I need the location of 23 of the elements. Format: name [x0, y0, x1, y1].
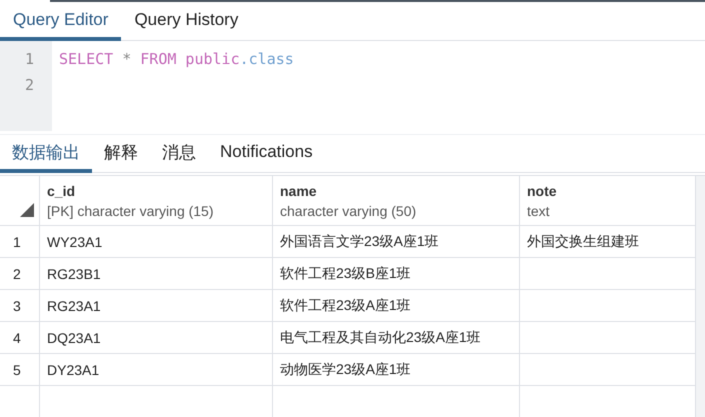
table-cell: RG23B1 — [40, 258, 273, 289]
column-name: note — [527, 182, 557, 198]
line-number: 1 — [24, 50, 35, 70]
column-type: [PK] character varying (15) — [47, 202, 214, 218]
table-cell: WY23A1 — [40, 226, 273, 257]
column-type: text — [527, 202, 550, 218]
tab[interactable]: 消息 — [150, 135, 208, 173]
table-cell: DQ23A1 — [40, 322, 273, 353]
table-cell: 电气工程及其自动化23级A座1班 — [273, 322, 520, 353]
code-line: SELECT * FROM public.class — [59, 50, 294, 70]
table-cell: RG23A1 — [40, 290, 273, 321]
tab[interactable]: 解释 — [92, 135, 150, 173]
table-cell: 软件工程23级B座1班 — [273, 258, 520, 289]
column-name: name — [280, 182, 317, 198]
line-number: 2 — [24, 76, 35, 96]
tab[interactable]: Query History — [121, 2, 252, 41]
column-name: c_id — [47, 182, 76, 198]
table-cell: 软件工程23级A座1班 — [273, 290, 520, 321]
table-cell: 动物医学23级A座1班 — [273, 354, 520, 385]
column-type: character varying (50) — [280, 202, 416, 218]
tab[interactable]: Notifications — [208, 135, 325, 173]
table-cell: 外国语言文学23级A座1班 — [273, 226, 520, 257]
table-cell: DY23A1 — [40, 354, 273, 385]
